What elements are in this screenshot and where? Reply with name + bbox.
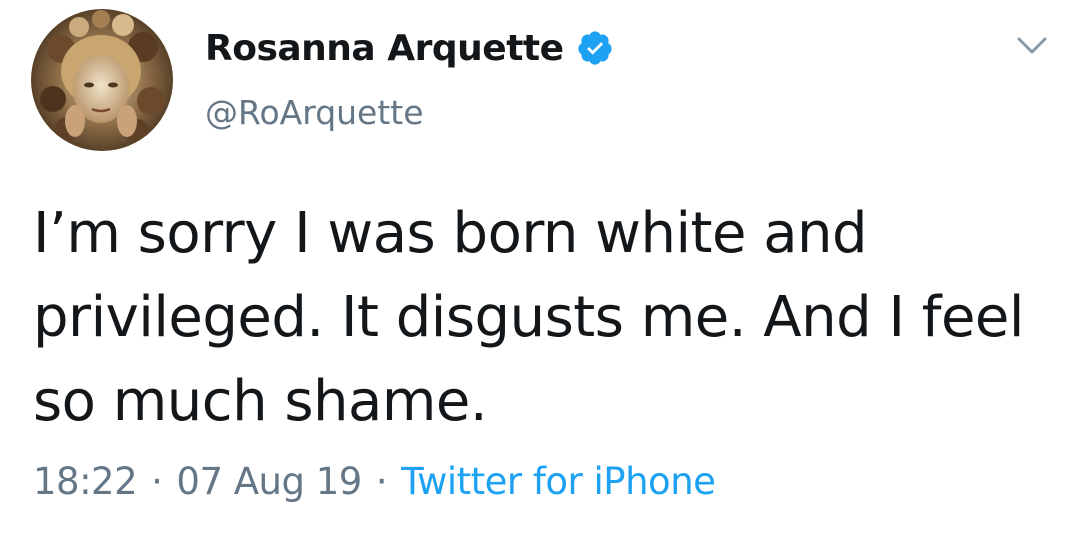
- tweet-text: I’m sorry I was born white and privilege…: [33, 201, 1024, 434]
- avatar[interactable]: [31, 9, 173, 151]
- tweet-date[interactable]: 07 Aug 19: [176, 460, 362, 503]
- tweet-meta: 18:22 · 07 Aug 19 · Twitter for iPhone: [33, 460, 716, 503]
- verified-badge-icon: [576, 29, 614, 67]
- author-handle[interactable]: @RoArquette: [205, 93, 424, 132]
- chevron-down-icon[interactable]: [1014, 32, 1050, 60]
- meta-separator: ·: [151, 460, 163, 503]
- tweet-source-link[interactable]: Twitter for iPhone: [401, 460, 716, 503]
- author-name-row: Rosanna Arquette: [205, 22, 614, 74]
- meta-separator: ·: [375, 460, 388, 503]
- profile-avatar-photo: [31, 9, 173, 151]
- author-display-name[interactable]: Rosanna Arquette: [205, 28, 564, 69]
- tweet-time[interactable]: 18:22: [33, 460, 138, 503]
